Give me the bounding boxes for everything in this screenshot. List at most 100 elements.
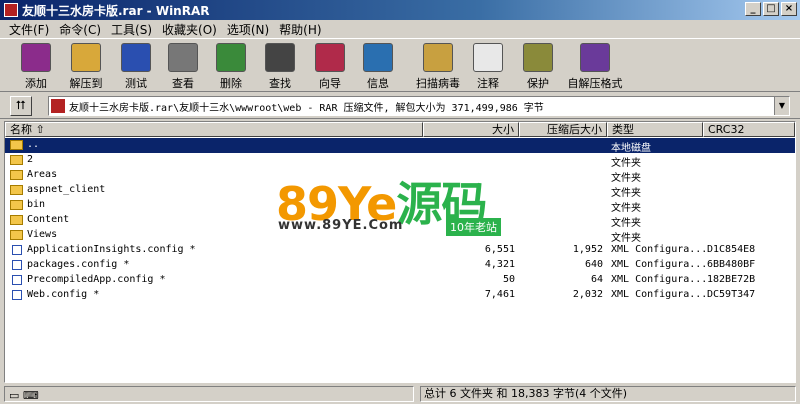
- comment-icon: [473, 43, 503, 72]
- toolbar-button-test[interactable]: 测试: [114, 41, 158, 91]
- minimize-button[interactable]: _: [745, 2, 761, 16]
- drive-key-icon: ▭ ⌨: [9, 389, 39, 402]
- config-file-icon: [12, 290, 22, 300]
- menu-item[interactable]: 文件(F): [4, 21, 54, 38]
- toolbar-button-sfx[interactable]: 自解压格式: [564, 41, 626, 91]
- toolbar-label: 信息: [367, 77, 389, 90]
- winrar-app-icon[interactable]: [4, 3, 18, 17]
- cell-size: 7,461: [484, 289, 515, 300]
- cell-crc: 182BE72B: [707, 274, 756, 285]
- folder-icon: [10, 185, 23, 195]
- cell-name: PrecompiledApp.config *: [27, 274, 166, 285]
- cell-name: ..: [27, 139, 40, 150]
- chevron-down-icon[interactable]: ▼: [774, 97, 789, 115]
- cell-size: 4,321: [484, 259, 515, 270]
- file-row[interactable]: packages.config * 4,321 640 XML Configura..…: [5, 258, 795, 273]
- cell-type: 文件夹: [611, 173, 641, 184]
- file-row[interactable]: PrecompiledApp.config * 50 64 XML Configura…: [5, 273, 795, 288]
- address-bar: ⮅ 友顺十三水房卡版.rar\友顺十三水\wwwroot\web - RAR 压…: [0, 93, 800, 119]
- menu-item[interactable]: 命令(C): [54, 21, 106, 38]
- cell-packed: 640: [584, 259, 603, 270]
- close-button[interactable]: ×: [781, 2, 797, 16]
- path-text: 友顺十三水房卡版.rar\友顺十三水\wwwroot\web - RAR 压缩文…: [69, 102, 544, 114]
- cell-name: Areas: [27, 169, 58, 180]
- status-summary: 总计 6 文件夹 和 18,383 字节(4 个文件): [420, 386, 796, 402]
- toolbar-label: 注释: [477, 77, 499, 90]
- status-bar: ▭ ⌨ 总计 6 文件夹 和 18,383 字节(4 个文件): [0, 384, 800, 404]
- cell-packed: 1,952: [572, 244, 603, 255]
- cell-size: 50: [502, 274, 515, 285]
- cell-type: 本地磁盘: [611, 143, 651, 154]
- folder-icon: [10, 200, 23, 210]
- menu-item[interactable]: 选项(N): [222, 21, 274, 38]
- toolbar-button-add[interactable]: 添加: [14, 41, 58, 91]
- cell-type: 文件夹: [611, 233, 641, 244]
- folder-icon: [10, 230, 23, 240]
- cell-type: XML Configura...: [611, 274, 708, 285]
- menu-bar: 文件(F) 命令(C) 工具(S) 收藏夹(O) 选项(N) 帮助(H): [0, 20, 800, 38]
- toolbar-label: 查找: [269, 77, 291, 90]
- cell-name: Views: [27, 229, 58, 240]
- path-combobox[interactable]: 友顺十三水房卡版.rar\友顺十三水\wwwroot\web - RAR 压缩文…: [48, 96, 790, 116]
- toolbar-button-scan-virus[interactable]: 扫描病毒: [410, 41, 466, 91]
- config-file-icon: [12, 260, 22, 270]
- file-row[interactable]: ApplicationInsights.config * 6,551 1,952 XM…: [5, 243, 795, 258]
- up-folder-button[interactable]: ⮅: [10, 96, 32, 116]
- cell-type: XML Configura...: [611, 289, 708, 300]
- cell-name: Content: [27, 214, 70, 225]
- folder-icon: [10, 170, 23, 180]
- file-row[interactable]: Web.config * 7,461 2,032 XML Configura... DC…: [5, 288, 795, 303]
- column-header-name[interactable]: 名称 ⇧: [5, 122, 423, 137]
- toolbar-button-comment[interactable]: 注释: [466, 41, 510, 91]
- view-icon: [168, 43, 198, 72]
- cell-size: 6,551: [484, 244, 515, 255]
- toolbar-button-info[interactable]: 信息: [356, 41, 400, 91]
- file-row[interactable]: Areas 文件夹: [5, 168, 795, 184]
- file-row[interactable]: .. 本地磁盘: [5, 138, 795, 154]
- column-header-crc[interactable]: CRC32: [703, 122, 795, 137]
- file-row[interactable]: Content 文件夹: [5, 213, 795, 229]
- cell-name: Web.config *: [27, 289, 100, 300]
- status-left-panel: ▭ ⌨: [4, 386, 414, 402]
- toolbar-button-extract-to[interactable]: 解压到: [62, 41, 110, 91]
- file-list[interactable]: 名称 ⇧ 大小 压缩后大小 类型 CRC32 .. 本地磁盘 2 文件夹 Areas 文件…: [4, 121, 796, 383]
- column-header-size[interactable]: 大小: [423, 122, 519, 137]
- cell-crc: DC59T347: [707, 289, 756, 300]
- cell-name: bin: [27, 199, 46, 210]
- folder-icon: [10, 140, 23, 150]
- folder-icon: [10, 215, 23, 225]
- file-row[interactable]: aspnet_client 文件夹: [5, 183, 795, 199]
- cell-type: XML Configura...: [611, 244, 708, 255]
- wizard-icon: [315, 43, 345, 72]
- menu-item[interactable]: 工具(S): [106, 21, 157, 38]
- window-title: 友顺十三水房卡版.rar - WinRAR: [22, 3, 210, 18]
- file-row[interactable]: 2 文件夹: [5, 153, 795, 169]
- toolbar-button-wizard[interactable]: 向导: [308, 41, 352, 91]
- toolbar-label: 添加: [25, 77, 47, 90]
- toolbar-button-view[interactable]: 查看: [161, 41, 205, 91]
- file-row[interactable]: Views 文件夹: [5, 228, 795, 244]
- sort-up-icon: ⇧: [35, 123, 45, 136]
- cell-type: 文件夹: [611, 203, 641, 214]
- column-header-packed[interactable]: 压缩后大小: [519, 122, 607, 137]
- file-row[interactable]: bin 文件夹: [5, 198, 795, 214]
- extract-to-icon: [71, 43, 101, 72]
- cell-type: 文件夹: [611, 158, 641, 169]
- archive-icon: [51, 99, 65, 113]
- toolbar-button-find[interactable]: 查找: [258, 41, 302, 91]
- sfx-icon: [580, 43, 610, 72]
- protect-icon: [523, 43, 553, 72]
- cell-type: 文件夹: [611, 218, 641, 229]
- cell-type: XML Configura...: [611, 259, 708, 270]
- column-header-type[interactable]: 类型: [607, 122, 703, 137]
- maximize-button[interactable]: □: [763, 2, 779, 16]
- toolbar-button-delete[interactable]: 删除: [209, 41, 253, 91]
- toolbar-button-protect[interactable]: 保护: [516, 41, 560, 91]
- menu-item[interactable]: 帮助(H): [274, 21, 326, 38]
- toolbar-label: 扫描病毒: [416, 77, 460, 90]
- cell-packed: 2,032: [572, 289, 603, 300]
- toolbar-label: 查看: [172, 77, 194, 90]
- menu-item[interactable]: 收藏夹(O): [157, 21, 222, 38]
- cell-name: aspnet_client: [27, 184, 106, 195]
- toolbar-label: 向导: [319, 77, 341, 90]
